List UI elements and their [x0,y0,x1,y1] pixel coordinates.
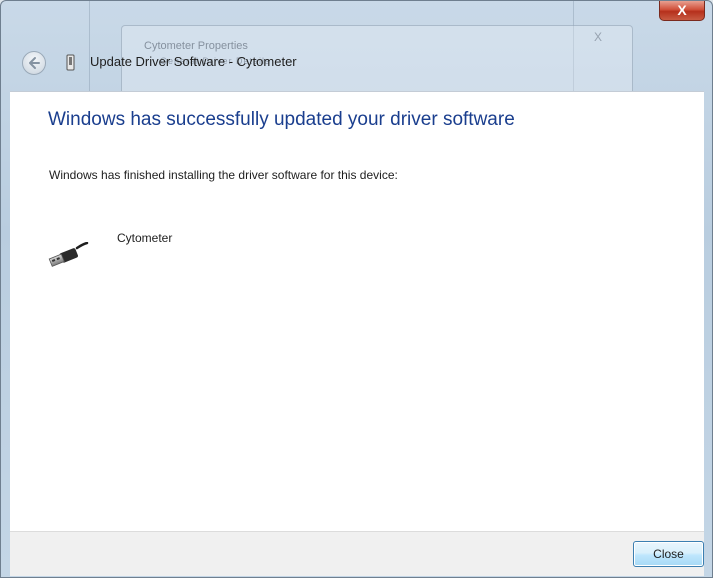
dialog-window: Cytometer Properties General Driver Deta… [0,0,713,578]
device-manager-icon [66,54,75,71]
footer-bar: Close [10,531,704,576]
usb-plug-icon [48,242,89,267]
device-name: Cytometer [117,231,173,245]
page-heading: Windows has successfully updated your dr… [48,109,515,130]
back-button[interactable] [22,51,46,75]
close-button[interactable]: Close [633,541,704,567]
close-icon: X [677,2,687,18]
description-text: Windows has finished installing the driv… [49,168,398,182]
content-panel: Windows has successfully updated your dr… [10,91,704,532]
titlebar: Update Driver Software - Cytometer [1,39,712,91]
window-title: Update Driver Software - Cytometer [90,54,297,69]
window-close-button[interactable]: X [659,1,705,21]
back-arrow-icon [29,57,40,69]
